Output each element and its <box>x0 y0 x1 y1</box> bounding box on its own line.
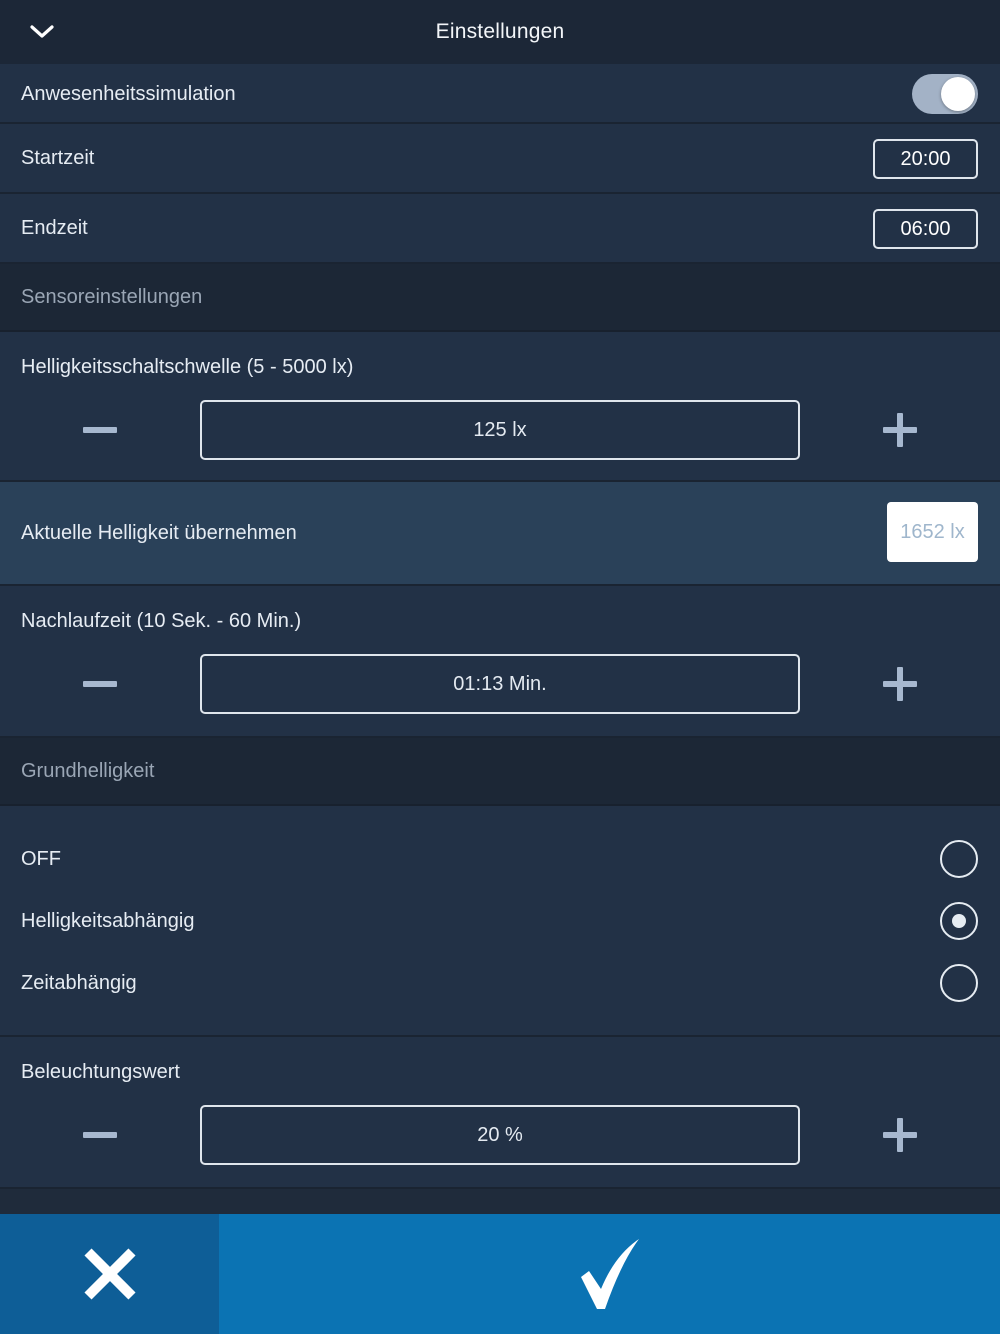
brightness-threshold-row: Helligkeitsschaltschwelle (5 - 5000 lx) … <box>0 332 1000 482</box>
current-brightness-value[interactable]: 1652 lx <box>887 502 978 562</box>
end-time-row: Endzeit 06:00 <box>0 194 1000 264</box>
option-time-dependent-label[interactable]: Zeitabhängig <box>21 972 137 995</box>
presence-simulation-label: Anwesenheitssimulation <box>21 83 236 105</box>
brightness-threshold-label: Helligkeitsschaltschwelle (5 - 5000 lx) <box>21 356 354 378</box>
option-brightness-dependent-radio[interactable] <box>940 902 978 940</box>
bottom-action-bar <box>0 1214 1000 1334</box>
header-bar: Einstellungen <box>0 0 1000 64</box>
base-brightness-section-header: Grundhelligkeit <box>0 738 1000 806</box>
cancel-button[interactable] <box>0 1214 219 1334</box>
page-title: Einstellungen <box>435 20 565 43</box>
follow-up-time-label: Nachlaufzeit (10 Sek. - 60 Min.) <box>21 610 302 632</box>
start-time-row: Startzeit 20:00 <box>0 124 1000 194</box>
section-title: Grundhelligkeit <box>21 760 155 782</box>
end-time-field[interactable]: 06:00 <box>873 209 978 249</box>
plus-icon <box>883 413 917 447</box>
brightness-threshold-decrease-button[interactable] <box>70 400 130 460</box>
current-brightness-row[interactable]: Aktuelle Helligkeit übernehmen 1652 lx <box>0 482 1000 586</box>
lighting-value-row: Beleuchtungswert 20 % <box>0 1037 1000 1189</box>
settings-screen: Einstellungen Anwesenheitssimulation Sta… <box>0 0 1000 1334</box>
confirm-button[interactable] <box>219 1214 1000 1334</box>
presence-simulation-row: Anwesenheitssimulation <box>0 64 1000 124</box>
lighting-value-label: Beleuchtungswert <box>21 1061 180 1083</box>
sensor-settings-section-header: Sensoreinstellungen <box>0 264 1000 332</box>
option-time-dependent-radio[interactable] <box>940 964 978 1002</box>
section-title: Sensoreinstellungen <box>21 286 203 308</box>
end-time-label: Endzeit <box>21 217 88 239</box>
chevron-down-icon <box>30 25 54 38</box>
checkmark-icon <box>580 1239 639 1309</box>
lighting-value-field[interactable]: 20 % <box>200 1105 800 1165</box>
option-brightness-dependent-label[interactable]: Helligkeitsabhängig <box>21 910 194 933</box>
minus-icon <box>83 427 117 433</box>
option-off-label[interactable]: OFF <box>21 848 61 871</box>
close-icon <box>83 1248 136 1300</box>
radio-selected-dot <box>952 914 966 928</box>
base-brightness-options: OFF Helligkeitsabhängig Zeitabhängig <box>0 806 1000 1037</box>
minus-icon <box>83 1132 117 1138</box>
follow-up-time-increase-button[interactable] <box>870 654 930 714</box>
plus-icon <box>883 667 917 701</box>
presence-simulation-toggle[interactable] <box>912 74 978 114</box>
option-off-radio[interactable] <box>940 840 978 878</box>
plus-icon <box>883 1118 917 1152</box>
collapse-button[interactable] <box>20 12 64 52</box>
start-time-label: Startzeit <box>21 147 95 169</box>
minus-icon <box>83 681 117 687</box>
follow-up-time-decrease-button[interactable] <box>70 654 130 714</box>
brightness-threshold-increase-button[interactable] <box>870 400 930 460</box>
toggle-knob <box>941 77 975 111</box>
lighting-value-increase-button[interactable] <box>870 1105 930 1165</box>
follow-up-time-field[interactable]: 01:13 Min. <box>200 654 800 714</box>
brightness-threshold-field[interactable]: 125 lx <box>200 400 800 460</box>
start-time-field[interactable]: 20:00 <box>873 139 978 179</box>
current-brightness-label: Aktuelle Helligkeit übernehmen <box>21 522 297 544</box>
follow-up-time-row: Nachlaufzeit (10 Sek. - 60 Min.) 01:13 M… <box>0 586 1000 738</box>
lighting-value-decrease-button[interactable] <box>70 1105 130 1165</box>
